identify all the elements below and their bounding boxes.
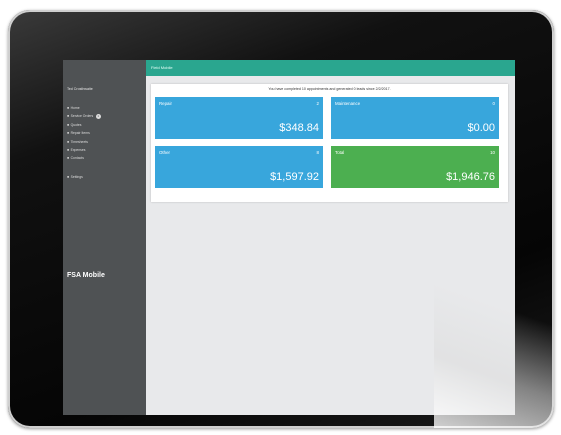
sidebar-item-label: Settings (70, 174, 83, 179)
summary-panel: You have completed 10 appointments and g… (151, 84, 508, 202)
tablet-frame: Ted Crosthwaite ■ Home ■ Service Orders … (8, 10, 554, 428)
card-amount: $348.84 (279, 122, 319, 134)
top-bar: Field Mobile (146, 60, 515, 76)
repair-card[interactable]: Repair 2 $348.84 (155, 97, 323, 139)
expenses-icon: ■ (67, 147, 70, 152)
contacts-icon: ■ (67, 156, 70, 161)
sidebar-item-label: Home (70, 106, 80, 110)
card-label: Other (159, 150, 170, 155)
sidebar-item-contacts[interactable]: ■ Contacts (67, 154, 101, 162)
sidebar-item-label: Timesheets (70, 139, 88, 144)
sidebar-item-service-orders[interactable]: ■ Service Orders 1 (67, 112, 101, 120)
sidebar-item-expenses[interactable]: ■ Expenses (67, 146, 101, 154)
sidebar-item-settings[interactable]: ■ Settings (67, 173, 101, 181)
quotes-icon: ■ (67, 122, 70, 127)
timesheets-icon: ■ (67, 139, 70, 144)
service-orders-icon: ■ (67, 114, 70, 119)
app-screen: Ted Crosthwaite ■ Home ■ Service Orders … (63, 60, 515, 415)
service-orders-badge: 1 (95, 114, 101, 120)
sidebar-item-label: Quotes (70, 122, 82, 127)
page-title: Field Mobile (151, 65, 173, 70)
sidebar-item-repair-items[interactable]: ■ Repair Items (67, 129, 101, 137)
sidebar-item-quotes[interactable]: ■ Quotes (67, 121, 101, 129)
brand-logo-text: FSA Mobile (67, 272, 105, 279)
card-count: 2 (316, 101, 319, 106)
card-count: 0 (492, 101, 495, 106)
sidebar-item-label: Contacts (70, 156, 84, 161)
summary-notice: You have completed 10 appointments and g… (268, 87, 391, 91)
home-icon: ■ (67, 106, 70, 110)
sidebar-nav: ■ Home ■ Service Orders 1 ■ Quotes ■ Rep… (67, 104, 101, 181)
maintenance-card[interactable]: Maintenance 0 $0.00 (331, 97, 499, 139)
sidebar-item-timesheets[interactable]: ■ Timesheets (67, 138, 101, 146)
user-name: Ted Crosthwaite (67, 87, 93, 91)
card-label: Total (335, 150, 345, 155)
card-count: 8 (316, 150, 319, 155)
card-amount: $1,597.92 (270, 171, 319, 183)
sidebar-item-label: Service Orders (70, 114, 94, 119)
sidebar-item-home[interactable]: ■ Home (67, 104, 101, 112)
sidebar-item-label: Repair Items (70, 131, 90, 136)
card-amount: $1,946.76 (446, 171, 495, 183)
total-card[interactable]: Total 10 $1,946.76 (331, 146, 499, 188)
card-amount: $0.00 (467, 122, 495, 134)
sidebar-item-label: Expenses (70, 147, 86, 152)
sidebar: Ted Crosthwaite ■ Home ■ Service Orders … (63, 60, 146, 415)
other-card[interactable]: Other 8 $1,597.92 (155, 146, 323, 188)
card-count: 10 (490, 150, 495, 155)
repair-items-icon: ■ (67, 131, 70, 136)
settings-icon: ■ (67, 174, 70, 179)
card-label: Repair (159, 101, 172, 106)
card-label: Maintenance (335, 101, 361, 106)
